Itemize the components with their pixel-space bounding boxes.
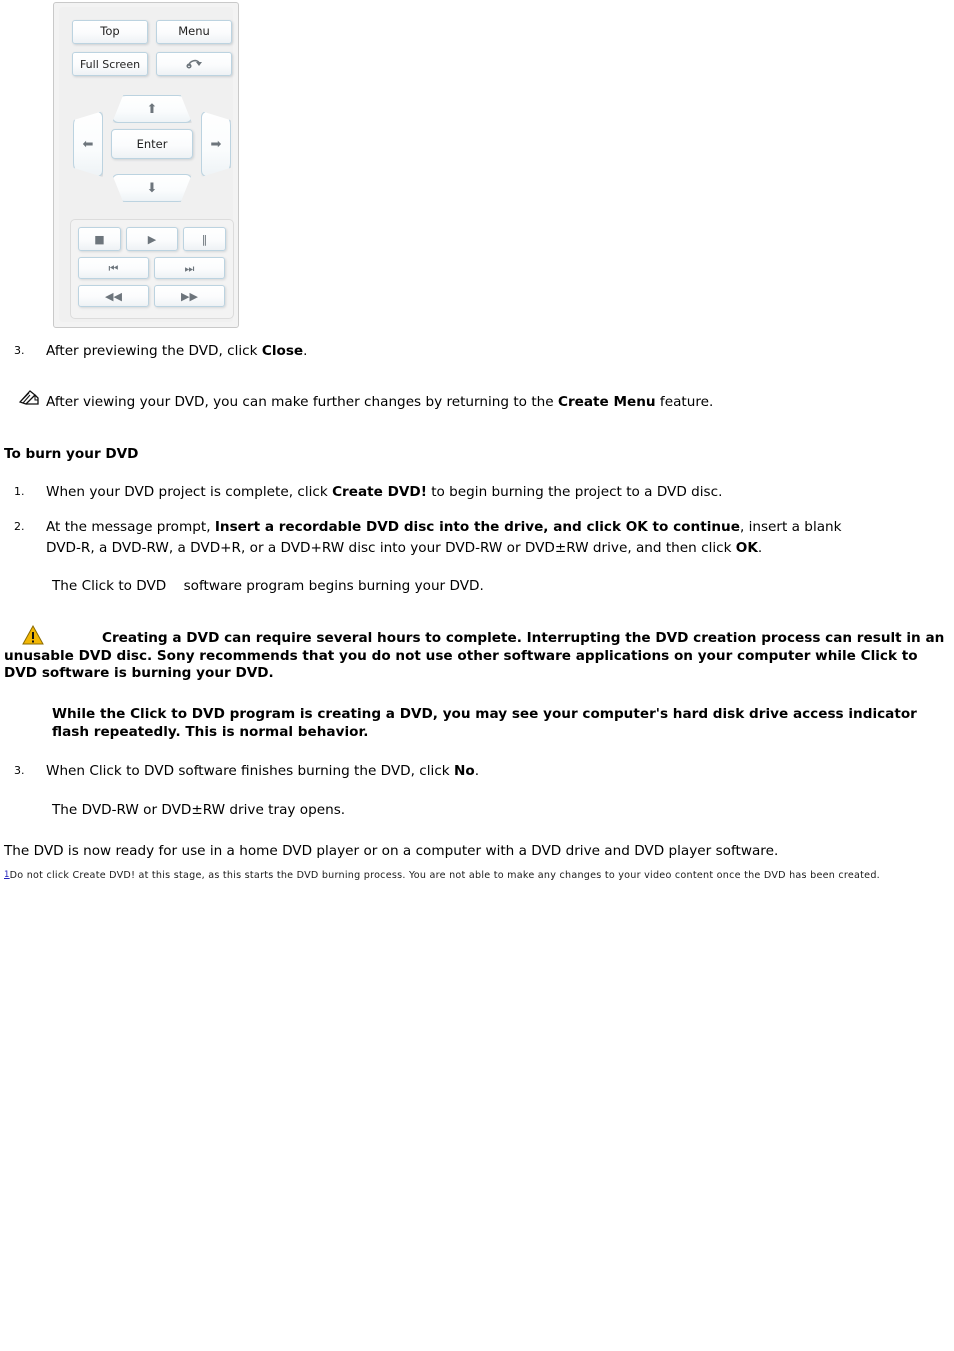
- remote-full-screen-label: Full Screen: [79, 57, 141, 71]
- remote-right-button[interactable]: ➡: [201, 111, 231, 177]
- remote-left-button[interactable]: ⬅: [73, 111, 103, 177]
- step-text-preview-3-bold: Close: [261, 343, 304, 359]
- note-pencil-icon: [18, 388, 42, 410]
- remote-down-button[interactable]: ⬇: [112, 174, 192, 202]
- step-text-burn-3-after: .: [474, 763, 480, 779]
- skip-previous-icon: ⏮: [108, 261, 119, 275]
- step-text-burn-1-before: When your DVD project is complete, click: [46, 484, 333, 500]
- remote-transport-panel: ■ ▶ ‖ ⏮ ⏭ ◀◀ ▶▶: [70, 219, 234, 319]
- remote-fast-forward-button[interactable]: ▶▶: [154, 285, 225, 307]
- remote-menu-label: Menu: [178, 24, 210, 39]
- warning-text-content: Creating a DVD can require several hours…: [4, 630, 945, 681]
- step-text-preview-3: After previewing the DVD, click Close.: [46, 341, 926, 362]
- stop-icon: ■: [94, 232, 105, 246]
- rewind-icon: ◀◀: [105, 289, 122, 303]
- note-text-after: feature.: [655, 394, 714, 410]
- step-text-burn-3: When Click to DVD software finishes burn…: [46, 761, 936, 782]
- step-number-burn-1: 1.: [14, 485, 25, 498]
- remote-top-label: Top: [100, 24, 120, 39]
- step-text-burn-2-line2-bold: OK: [735, 540, 758, 556]
- footnote: 1Do not click Create DVD! at this stage,…: [4, 868, 950, 883]
- fast-forward-icon: ▶▶: [181, 289, 198, 303]
- skip-next-icon: ⏭: [184, 261, 195, 275]
- warning-text: Creating a DVD can require several hours…: [4, 630, 946, 683]
- remote-enter-label: Enter: [136, 137, 168, 151]
- step-number-burn-2: 2.: [14, 520, 25, 533]
- remote-stop-button[interactable]: ■: [78, 227, 121, 251]
- closing-paragraph: The DVD is now ready for use in a home D…: [4, 843, 779, 859]
- arrow-up-icon: ⬆: [146, 101, 158, 117]
- remote-return-button[interactable]: [156, 52, 232, 76]
- play-icon: ▶: [147, 232, 157, 246]
- note-text-bold: Create Menu: [557, 394, 656, 410]
- arrow-right-icon: ➡: [210, 136, 222, 152]
- remote-next-button[interactable]: ⏭: [154, 257, 225, 279]
- step-text-burn-2-line2-after: .: [757, 540, 763, 556]
- step-text-preview-3-after: .: [303, 343, 308, 359]
- return-arrow-icon: [186, 57, 202, 72]
- note-text: After viewing your DVD, you can make fur…: [46, 392, 936, 413]
- remote-up-button[interactable]: ⬆: [112, 95, 192, 123]
- step-text-burn-1-bold: Create DVD!: [332, 484, 427, 500]
- remote-rewind-button[interactable]: ◀◀: [78, 285, 149, 307]
- remote-pause-button[interactable]: ‖: [183, 227, 226, 251]
- step-text-preview-3-before: After previewing the DVD, click: [46, 343, 262, 359]
- arrow-left-icon: ⬅: [82, 136, 94, 152]
- remote-enter-button[interactable]: Enter: [111, 129, 193, 159]
- remote-play-button[interactable]: ▶: [126, 227, 178, 251]
- step-text-burn-2: At the message prompt, Insert a recordab…: [46, 517, 936, 559]
- remote-menu-button[interactable]: Menu: [156, 20, 232, 44]
- step-number-burn-3: 3.: [14, 764, 25, 777]
- remote-top-button[interactable]: Top: [72, 20, 148, 44]
- remote-full-screen-button[interactable]: Full Screen: [72, 52, 148, 76]
- dvd-remote-control-figure: Top Menu Full Screen ⬆ ⬅ Enter ➡ ⬇ ■ ▶ ‖…: [53, 2, 239, 328]
- step-burn-2-subtext: The Click to DVD software program begins…: [52, 578, 484, 594]
- remote-directional-pad: ⬆ ⬅ Enter ➡ ⬇: [65, 87, 239, 210]
- step-text-burn-2-line2-before: DVD-R, a DVD-RW, a DVD+R, or a DVD+RW di…: [46, 540, 736, 556]
- footnote-text: Do not click Create DVD! at this stage, …: [9, 870, 880, 881]
- remote-previous-button[interactable]: ⏮: [78, 257, 149, 279]
- warning-secondary-note: While the Click to DVD program is creati…: [52, 706, 917, 740]
- section-heading-burn-dvd: To burn your DVD: [4, 446, 139, 462]
- note-text-before: After viewing your DVD, you can make fur…: [46, 394, 558, 410]
- step-text-burn-2-line1-after: , insert a blank: [739, 519, 842, 535]
- step-text-burn-1: When your DVD project is complete, click…: [46, 482, 936, 503]
- step-text-burn-3-before: When Click to DVD software finishes burn…: [46, 763, 454, 779]
- pause-icon: ‖: [201, 232, 208, 246]
- step-text-burn-3-bold: No: [454, 763, 475, 779]
- step-text-burn-2-line1-bold: Insert a recordable DVD disc into the dr…: [214, 519, 740, 535]
- remote-body: Top Menu Full Screen ⬆ ⬅ Enter ➡ ⬇ ■ ▶ ‖…: [59, 7, 234, 322]
- step-number-preview-3: 3.: [14, 344, 25, 357]
- step-burn-3-subtext: The DVD-RW or DVD±RW drive tray opens.: [52, 802, 346, 818]
- arrow-down-icon: ⬇: [146, 180, 158, 196]
- step-text-burn-2-line1-before: At the message prompt,: [46, 519, 215, 535]
- step-text-burn-1-after: to begin burning the project to a DVD di…: [426, 484, 723, 500]
